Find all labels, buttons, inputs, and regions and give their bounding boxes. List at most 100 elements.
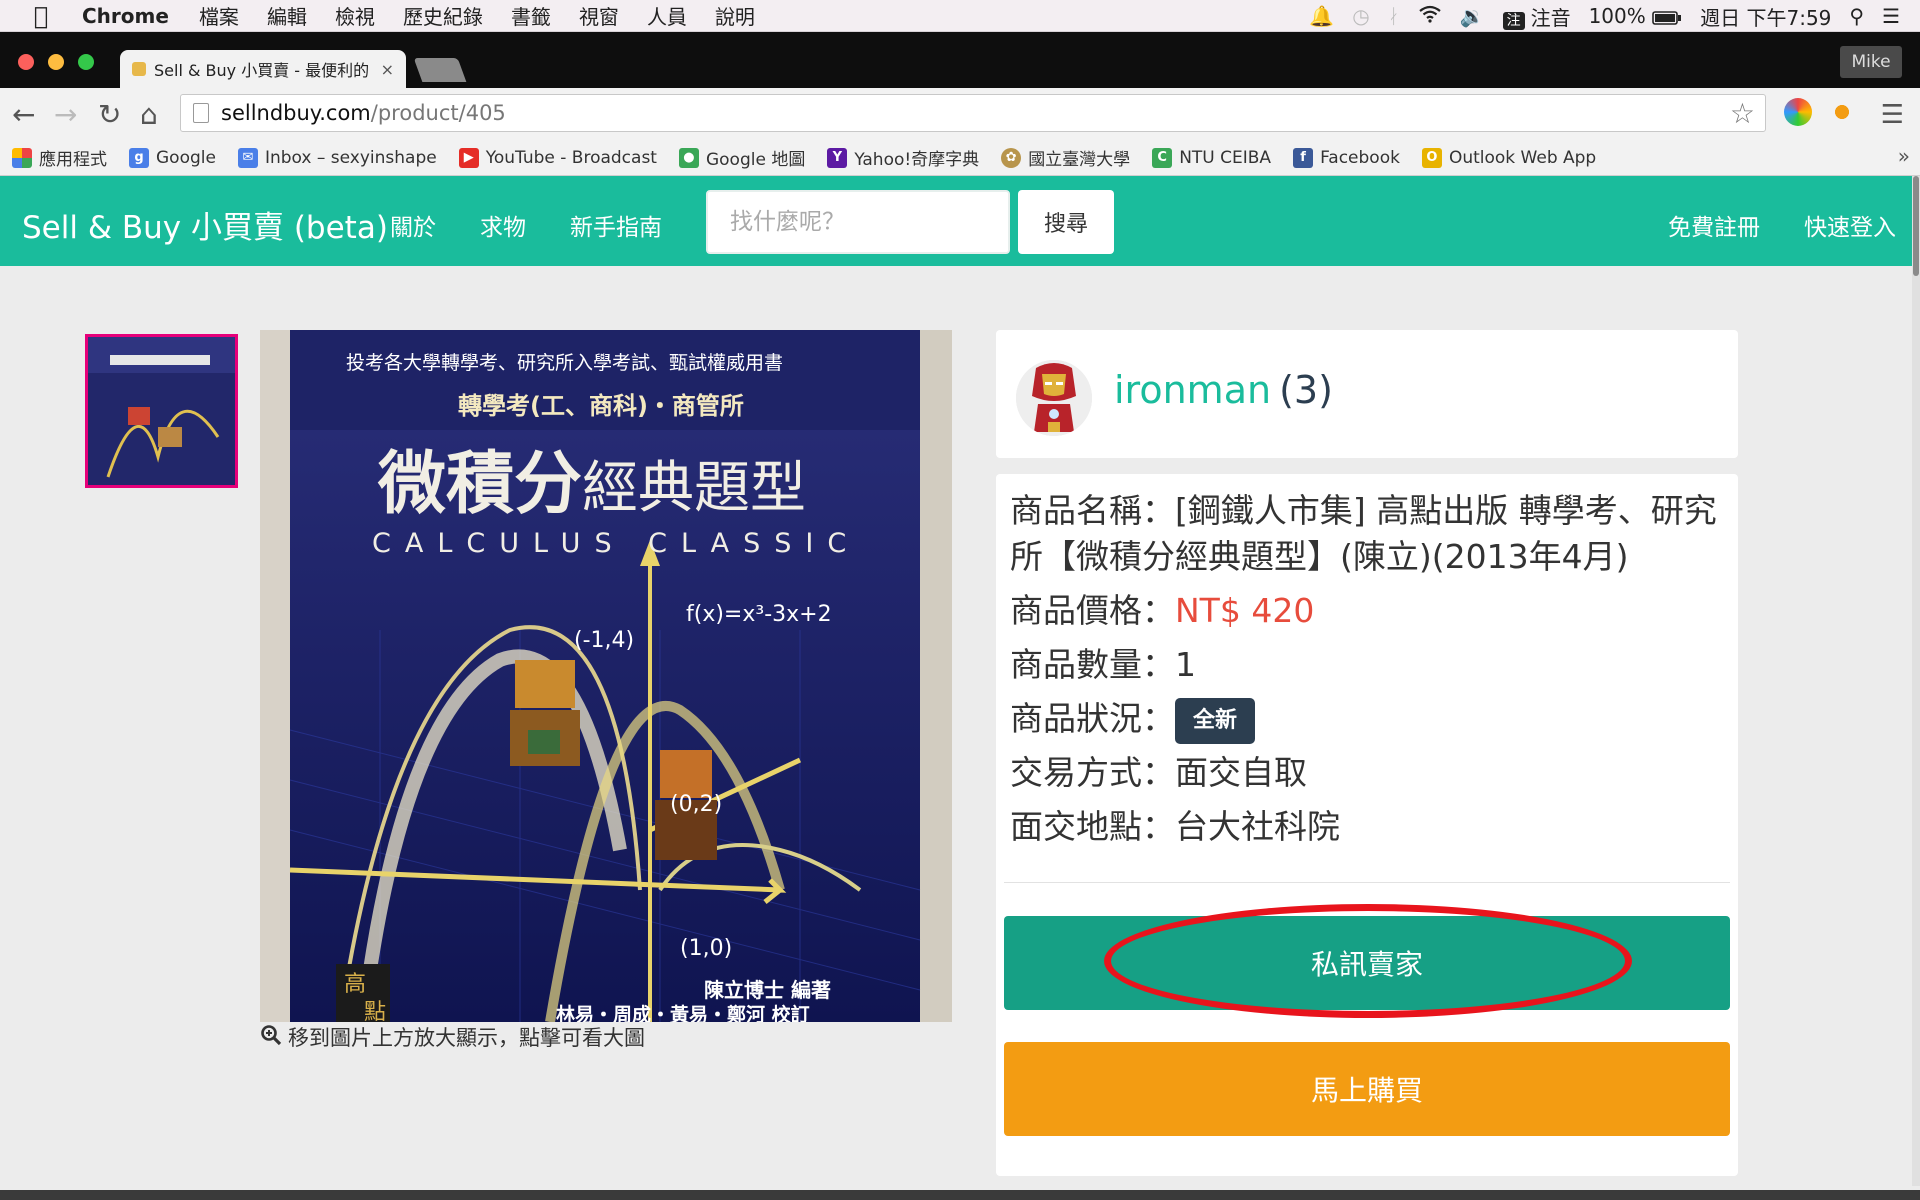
book-title: 微積分經典題型	[378, 428, 806, 527]
book-title-small: 經典題型	[582, 456, 807, 521]
bookmark-ntu-ceiba[interactable]: C NTU CEIBA	[1152, 147, 1272, 168]
product-condition-label: 商品狀況：	[1010, 699, 1175, 738]
book-formula: f(x)=x³-3x+2	[686, 602, 832, 627]
bookmark-ntu[interactable]: ✿ 國立臺灣大學	[1001, 145, 1130, 170]
bookmark-google-maps[interactable]: ● Google 地圖	[678, 145, 805, 170]
address-bar[interactable]: sellndbuy.com/product/405 ☆	[180, 94, 1766, 132]
bookmark-star-icon[interactable]: ☆	[1730, 97, 1755, 130]
bookmark-yahoo-dictionary[interactable]: Y Yahoo!奇摩字典	[827, 145, 979, 170]
volume-icon[interactable]: 🔉	[1460, 4, 1485, 28]
bluetooth-icon[interactable]: ᛅ	[1388, 4, 1400, 28]
apple-icon[interactable]: 	[0, 2, 82, 30]
bookmark-youtube[interactable]: ▶ YouTube - Broadcast	[458, 147, 657, 168]
buy-now-button[interactable]: 馬上購買	[1004, 1042, 1730, 1136]
magnifier-icon	[260, 1024, 282, 1051]
book-publisher-block: 高 點	[336, 964, 390, 1022]
bookmark-google[interactable]: g Google	[129, 147, 216, 168]
menu-app-chrome[interactable]: Chrome	[82, 4, 169, 28]
bookmark-outlook[interactable]: O Outlook Web App	[1421, 147, 1597, 168]
nav-wanted[interactable]: 求物	[480, 208, 526, 242]
menu-window[interactable]: 視窗	[579, 1, 619, 30]
bookmark-label: Outlook Web App	[1448, 147, 1597, 168]
browser-tab-active[interactable]: Sell & Buy 小買賣 - 最便利的 ×	[120, 50, 406, 88]
extension-icon[interactable]	[1784, 98, 1812, 126]
book-subtitle-text: 轉學考(工、商科)・商管所	[458, 392, 744, 420]
bookmark-label: Inbox – sexyinshape	[264, 147, 437, 168]
inbox-icon: ✉	[237, 147, 258, 168]
tab-title: Sell & Buy 小買賣 - 最便利的	[154, 61, 370, 80]
time-machine-icon[interactable]: ◷	[1352, 4, 1369, 28]
battery-status[interactable]: 100%	[1589, 4, 1683, 28]
input-method-icon: 注	[1502, 11, 1525, 30]
product-details-card: 商品名稱：[鋼鐵人市集] 高點出版 轉學考、研究所【微積分經典題型】(陳立)(2…	[996, 474, 1738, 1176]
wifi-icon[interactable]	[1418, 4, 1442, 28]
bookmark-facebook[interactable]: f Facebook	[1293, 147, 1400, 168]
input-method-menu[interactable]: 注注音	[1502, 2, 1571, 31]
home-icon[interactable]: ⌂	[140, 98, 158, 131]
bookmark-label: Google	[156, 147, 216, 168]
zoom-hint: 移到圖片上方放大顯示，點擊可看大圖	[260, 1022, 645, 1052]
menu-file[interactable]: 檔案	[199, 1, 239, 30]
menu-bookmarks[interactable]: 書籤	[511, 1, 551, 30]
search-button[interactable]: 搜尋	[1018, 190, 1114, 254]
chrome-menu-icon[interactable]: ☰	[1881, 100, 1904, 130]
trade-method-row: 交易方式：面交自取	[1010, 750, 1722, 796]
bookmarks-bar: 應用程式 g Google ✉ Inbox – sexyinshape ▶ Yo…	[0, 140, 1920, 176]
notification-center-icon[interactable]: ☰	[1882, 4, 1900, 28]
maps-icon: ●	[678, 147, 699, 168]
avatar[interactable]	[1016, 360, 1092, 436]
nav-about[interactable]: 關於	[390, 208, 436, 242]
bookmark-label: NTU CEIBA	[1179, 147, 1272, 168]
status-badge: 全新	[1175, 697, 1256, 744]
nav-guide[interactable]: 新手指南	[570, 208, 662, 242]
macos-menu-bar:  Chrome 檔案 編輯 檢視 歷史紀錄 書籤 視窗 人員 說明 🔔 ◷ ᛅ…	[0, 0, 1920, 32]
forward-arrow-icon[interactable]: →	[54, 98, 77, 131]
page-scrollbar[interactable]	[1912, 176, 1920, 1186]
new-tab-button[interactable]	[413, 58, 467, 82]
maximize-window-icon[interactable]	[78, 54, 94, 70]
book-publisher-2: 點	[364, 1000, 387, 1022]
menu-help[interactable]: 說明	[715, 1, 755, 30]
book-title-en: CALCULUS CLASSIC	[372, 528, 861, 559]
book-header-text: 投考各大學轉學考、研究所入學考試、甄試權威用書	[346, 352, 784, 374]
browser-toolbar: ← → ↻ ⌂ sellndbuy.com/product/405 ☆ ☰	[0, 88, 1920, 140]
product-main-image[interactable]: 投考各大學轉學考、研究所入學考試、甄試權威用書 轉學考(工、商科)・商管所 微積…	[260, 330, 952, 1022]
book-publisher-1: 高	[344, 972, 367, 997]
bookmark-label: 國立臺灣大學	[1028, 150, 1131, 170]
menu-view[interactable]: 檢視	[335, 1, 375, 30]
apps-grid-icon	[12, 147, 32, 168]
ceiba-icon: C	[1152, 147, 1173, 168]
extension-dots-icon[interactable]	[1828, 98, 1856, 126]
menu-people[interactable]: 人員	[647, 1, 687, 30]
site-brand[interactable]: Sell & Buy 小買賣 (beta)	[22, 202, 388, 247]
book-title-big: 微積分	[378, 445, 583, 524]
trade-method-value: 面交自取	[1175, 753, 1307, 792]
ironman-avatar-icon	[1016, 360, 1092, 436]
search-input[interactable]	[706, 190, 1010, 254]
menu-edit[interactable]: 編輯	[267, 1, 307, 30]
spotlight-search-icon[interactable]: ⚲	[1849, 4, 1864, 28]
nav-login[interactable]: 快速登入	[1804, 208, 1896, 242]
ntu-seal-icon: ✿	[1001, 147, 1022, 168]
message-seller-button[interactable]: 私訊賣家	[1004, 916, 1730, 1010]
page-icon	[193, 103, 209, 123]
clock[interactable]: 週日 下午7:59	[1700, 2, 1831, 31]
battery-percent: 100%	[1588, 4, 1646, 28]
profile-button[interactable]: Mike	[1840, 46, 1902, 78]
bookmarks-overflow-icon[interactable]: »	[1898, 144, 1910, 168]
notification-bell-icon[interactable]: 🔔	[1309, 4, 1334, 28]
product-price-row: 商品價格：NT$ 420	[1010, 588, 1722, 634]
product-thumbnail[interactable]	[85, 334, 238, 488]
back-arrow-icon[interactable]: ←	[12, 98, 35, 131]
seller-name-link[interactable]: ironman	[1114, 368, 1271, 412]
minimize-window-icon[interactable]	[48, 54, 64, 70]
menu-history[interactable]: 歷史紀錄	[403, 1, 483, 30]
scrollbar-thumb[interactable]	[1913, 176, 1919, 276]
close-window-icon[interactable]	[18, 54, 34, 70]
bookmark-apps[interactable]: 應用程式	[12, 145, 107, 170]
nav-register[interactable]: 免費註冊	[1668, 208, 1760, 242]
bookmark-inbox[interactable]: ✉ Inbox – sexyinshape	[237, 147, 437, 168]
zoom-hint-text: 移到圖片上方放大顯示，點擊可看大圖	[288, 1026, 645, 1050]
tab-close-icon[interactable]: ×	[381, 60, 394, 79]
reload-icon[interactable]: ↻	[98, 98, 121, 131]
